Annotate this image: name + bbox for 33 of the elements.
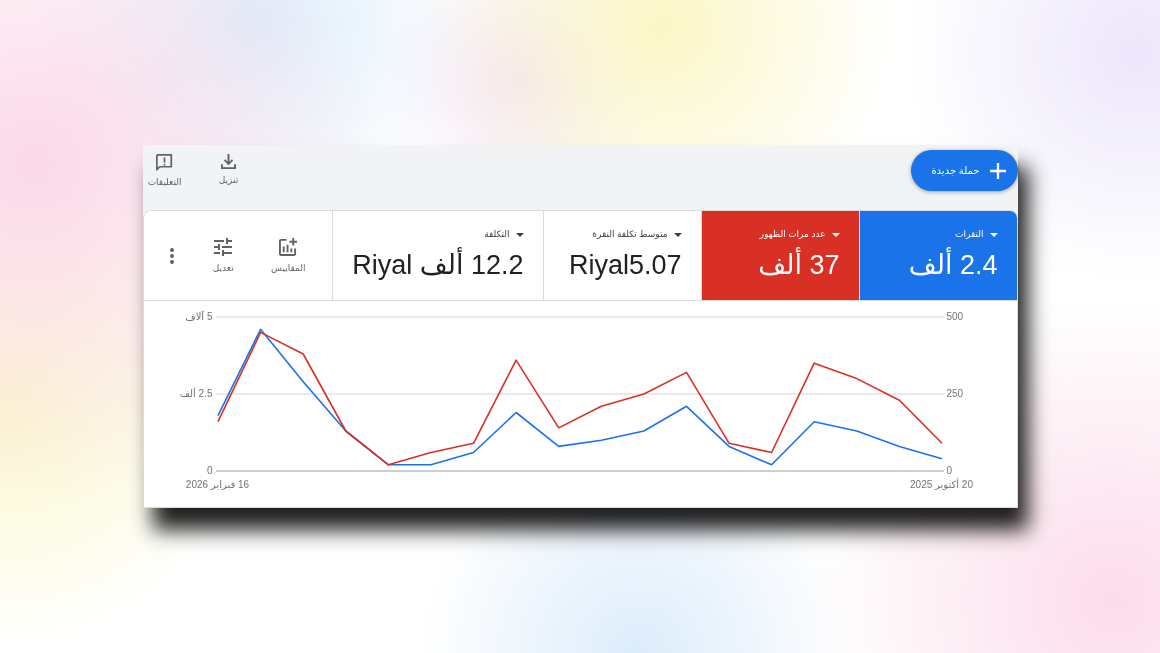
caret-icon bbox=[515, 232, 524, 237]
metric-value: 37 ألف bbox=[758, 249, 840, 281]
axis-label: 0 bbox=[946, 465, 953, 477]
sliders-icon bbox=[214, 237, 233, 256]
axis-label: 16 فبراير 2026 bbox=[185, 479, 250, 491]
download-icon bbox=[221, 154, 236, 169]
add-chart-icon bbox=[279, 237, 298, 256]
metric-dropdown[interactable]: متوسط تكلفة النقرة bbox=[592, 228, 682, 241]
metric-value: 2.4 ألف bbox=[908, 249, 998, 281]
axis-label: 500 bbox=[946, 311, 964, 323]
new-campaign-button[interactable]: حملة جديدة bbox=[910, 150, 1018, 191]
caret-icon bbox=[831, 232, 840, 237]
axis-label: 0 bbox=[206, 465, 213, 477]
axis-label: 20 أكتوبر 2025 bbox=[910, 479, 973, 491]
axis-label: 250 bbox=[946, 388, 964, 400]
adjust-button[interactable]: تعديل bbox=[199, 237, 248, 274]
feedback-icon bbox=[156, 154, 173, 171]
metric-value: 12.2 ألف Riyal bbox=[352, 249, 524, 281]
axis-label: 2.5 ألف bbox=[179, 388, 213, 400]
metric-card[interactable]: النقرات 2.4 ألف bbox=[858, 211, 1017, 300]
caret-icon bbox=[989, 232, 998, 237]
metric-card[interactable]: عدد مرات الظهور 37 ألف bbox=[700, 211, 859, 300]
metric-value: Riyal5.07 bbox=[568, 249, 682, 281]
caret-icon bbox=[673, 232, 682, 237]
axis-label: 5 آلاف bbox=[185, 311, 213, 323]
metric-dropdown[interactable]: عدد مرات الظهور bbox=[759, 228, 840, 241]
metrics-button[interactable]: المقاييس bbox=[264, 237, 313, 274]
more-icon bbox=[170, 247, 175, 264]
plus-icon bbox=[989, 162, 1006, 179]
metric-dropdown[interactable]: التكلفة bbox=[484, 228, 524, 241]
metric-dropdown[interactable]: النقرات bbox=[955, 228, 998, 241]
feedback-button[interactable]: التعليقات bbox=[142, 154, 187, 188]
download-button[interactable]: تنزيل bbox=[206, 154, 251, 188]
